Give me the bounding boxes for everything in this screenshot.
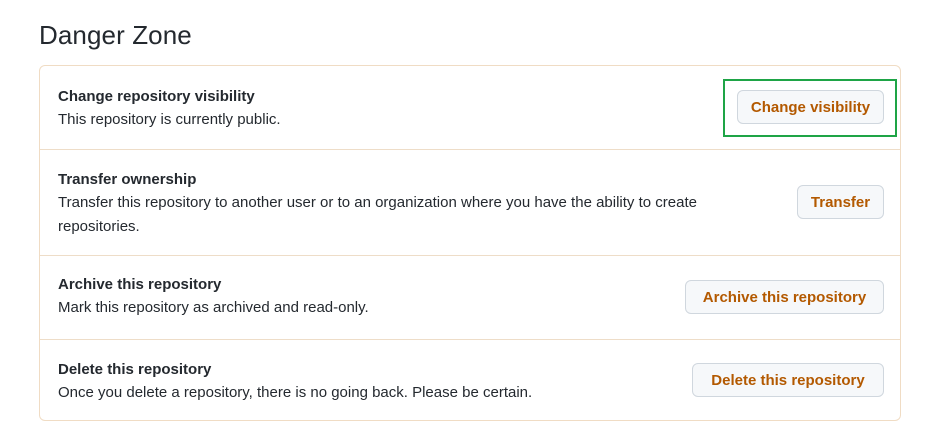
- change-visibility-description: This repository is currently public.: [58, 111, 281, 128]
- change-visibility-title: Change repository visibility: [58, 88, 255, 105]
- delete-repository-description: Once you delete a repository, there is n…: [58, 384, 533, 401]
- archive-repository-description: Mark this repository as archived and rea…: [58, 299, 369, 316]
- delete-repository-button[interactable]: Delete this repository: [692, 363, 884, 397]
- change-visibility-row: Change repository visibility This reposi…: [40, 66, 900, 150]
- transfer-ownership-description: Transfer this repository to another user…: [58, 194, 697, 235]
- archive-repository-row: Archive this repository Mark this reposi…: [40, 256, 900, 340]
- danger-zone-heading: Danger Zone: [39, 20, 192, 50]
- change-visibility-button[interactable]: Change visibility: [737, 90, 884, 124]
- transfer-ownership-row: Transfer ownership Transfer this reposit…: [40, 150, 900, 256]
- delete-repository-title: Delete this repository: [58, 361, 212, 378]
- transfer-button[interactable]: Transfer: [797, 185, 884, 219]
- delete-repository-row: Delete this repository Once you delete a…: [40, 340, 900, 422]
- transfer-ownership-title: Transfer ownership: [58, 171, 197, 188]
- danger-zone-panel: Change repository visibility This reposi…: [39, 65, 901, 421]
- archive-repository-button[interactable]: Archive this repository: [685, 280, 884, 314]
- archive-repository-title: Archive this repository: [58, 276, 222, 293]
